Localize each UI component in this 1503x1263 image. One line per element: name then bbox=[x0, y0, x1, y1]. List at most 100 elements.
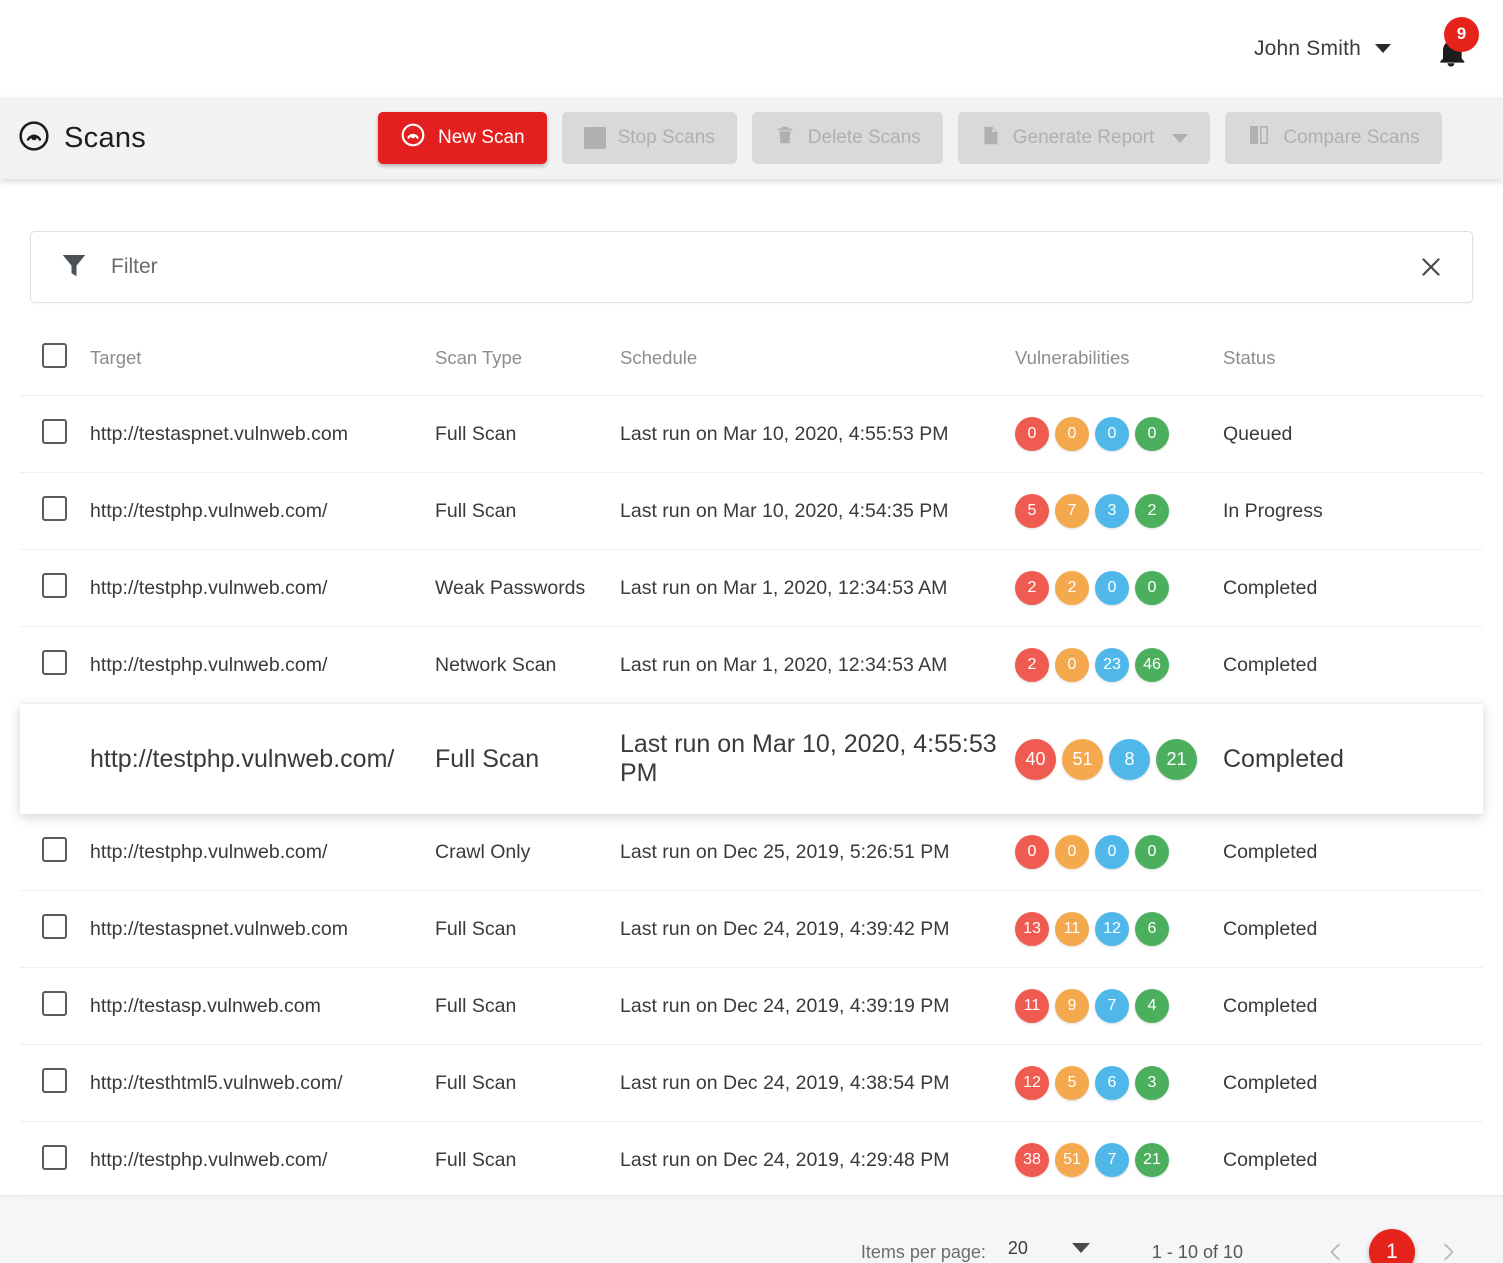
row-select-cell bbox=[20, 627, 90, 704]
table-row[interactable]: http://testphp.vulnweb.com/Full ScanLast… bbox=[20, 1122, 1483, 1199]
filter-input[interactable] bbox=[111, 255, 1412, 279]
column-header-schedule[interactable]: Schedule bbox=[620, 329, 1015, 396]
vulnerability-badges: 202346 bbox=[1015, 648, 1223, 682]
stop-scans-button[interactable]: Stop Scans bbox=[562, 112, 737, 164]
row-checkbox[interactable] bbox=[42, 837, 67, 862]
table-row[interactable]: http://testphp.vulnweb.com/Full ScanLast… bbox=[20, 473, 1483, 550]
row-select-cell bbox=[20, 704, 90, 815]
cell-scan-type: Full Scan bbox=[435, 704, 620, 815]
row-select-cell bbox=[20, 968, 90, 1045]
cell-target: http://testhtml5.vulnweb.com/ bbox=[90, 1045, 435, 1122]
severity-badge-high: 38 bbox=[1015, 1143, 1049, 1177]
cell-scan-type: Full Scan bbox=[435, 1045, 620, 1122]
table-row[interactable]: http://testhtml5.vulnweb.com/Full ScanLa… bbox=[20, 1045, 1483, 1122]
severity-badge-high: 11 bbox=[1015, 989, 1049, 1023]
row-checkbox[interactable] bbox=[42, 1145, 67, 1170]
row-checkbox[interactable] bbox=[42, 573, 67, 598]
cell-vulnerabilities: 5732 bbox=[1015, 473, 1223, 550]
generate-report-button[interactable]: Generate Report bbox=[958, 112, 1211, 164]
cell-status: Queued bbox=[1223, 396, 1483, 473]
row-select-cell bbox=[20, 550, 90, 627]
severity-badge-info: 0 bbox=[1135, 571, 1169, 605]
vulnerability-badges: 12563 bbox=[1015, 1066, 1223, 1100]
row-checkbox[interactable] bbox=[42, 1068, 67, 1093]
cell-schedule: Last run on Mar 1, 2020, 12:34:53 AM bbox=[620, 627, 1015, 704]
scan-target-icon bbox=[18, 120, 50, 157]
cell-vulnerabilities: 0000 bbox=[1015, 814, 1223, 891]
cell-target: http://testphp.vulnweb.com/ bbox=[90, 473, 435, 550]
severity-badge-high: 40 bbox=[1015, 739, 1056, 780]
cell-target: http://testphp.vulnweb.com/ bbox=[90, 704, 435, 815]
user-menu[interactable]: John Smith bbox=[1254, 37, 1391, 61]
scans-card: Target Scan Type Schedule Vulnerabilitie… bbox=[0, 179, 1503, 1195]
new-scan-button[interactable]: New Scan bbox=[378, 112, 547, 164]
severity-badge-medium: 0 bbox=[1055, 417, 1089, 451]
row-checkbox[interactable] bbox=[42, 496, 67, 521]
severity-badge-high: 13 bbox=[1015, 912, 1049, 946]
severity-badge-low: 6 bbox=[1095, 1066, 1129, 1100]
cell-target: http://testphp.vulnweb.com/ bbox=[90, 1122, 435, 1199]
select-all-checkbox[interactable] bbox=[42, 343, 67, 368]
next-page-button[interactable] bbox=[1425, 1229, 1471, 1263]
column-header-vulnerabilities[interactable]: Vulnerabilities bbox=[1015, 329, 1223, 396]
scans-table-wrapper: Target Scan Type Schedule Vulnerabilitie… bbox=[20, 329, 1483, 1199]
cell-status: Completed bbox=[1223, 1122, 1483, 1199]
cell-target: http://testphp.vulnweb.com/ bbox=[90, 550, 435, 627]
trash-icon bbox=[774, 123, 796, 153]
column-header-target[interactable]: Target bbox=[90, 329, 435, 396]
notifications-button[interactable]: 9 bbox=[1429, 25, 1473, 73]
close-icon[interactable] bbox=[1412, 248, 1450, 286]
severity-badge-info: 0 bbox=[1135, 835, 1169, 869]
table-header-row: Target Scan Type Schedule Vulnerabilitie… bbox=[20, 329, 1483, 396]
severity-badge-low: 7 bbox=[1095, 989, 1129, 1023]
compare-scans-button[interactable]: Compare Scans bbox=[1225, 112, 1441, 164]
cell-vulnerabilities: 4051821 bbox=[1015, 704, 1223, 815]
severity-badge-medium: 7 bbox=[1055, 494, 1089, 528]
table-row[interactable]: http://testaspnet.vulnweb.comFull ScanLa… bbox=[20, 891, 1483, 968]
severity-badge-info: 6 bbox=[1135, 912, 1169, 946]
delete-scans-button[interactable]: Delete Scans bbox=[752, 112, 943, 164]
cell-vulnerabilities: 1311126 bbox=[1015, 891, 1223, 968]
cell-target: http://testphp.vulnweb.com/ bbox=[90, 814, 435, 891]
row-checkbox[interactable] bbox=[42, 650, 67, 675]
column-header-status[interactable]: Status bbox=[1223, 329, 1483, 396]
cell-vulnerabilities: 0000 bbox=[1015, 396, 1223, 473]
action-toolbar: Scans New Scan Stop Scans Delete Scans bbox=[0, 97, 1503, 179]
vulnerability-badges: 5732 bbox=[1015, 494, 1223, 528]
cell-target: http://testaspnet.vulnweb.com bbox=[90, 396, 435, 473]
cell-schedule: Last run on Dec 24, 2019, 4:29:48 PM bbox=[620, 1122, 1015, 1199]
table-row[interactable]: http://testphp.vulnweb.com/Full ScanLast… bbox=[20, 704, 1483, 815]
stop-square-icon bbox=[584, 127, 606, 149]
severity-badge-info: 21 bbox=[1156, 739, 1197, 780]
cell-target: http://testphp.vulnweb.com/ bbox=[90, 627, 435, 704]
cell-status: Completed bbox=[1223, 814, 1483, 891]
funnel-icon bbox=[59, 250, 89, 285]
severity-badge-high: 2 bbox=[1015, 648, 1049, 682]
chevron-down-icon bbox=[1072, 1243, 1090, 1253]
cell-status: Completed bbox=[1223, 704, 1483, 815]
table-row[interactable]: http://testphp.vulnweb.com/Weak Password… bbox=[20, 550, 1483, 627]
cell-status: Completed bbox=[1223, 1045, 1483, 1122]
cell-scan-type: Full Scan bbox=[435, 968, 620, 1045]
severity-badge-high: 2 bbox=[1015, 571, 1049, 605]
table-row[interactable]: http://testphp.vulnweb.com/Network ScanL… bbox=[20, 627, 1483, 704]
cell-schedule: Last run on Dec 24, 2019, 4:39:19 PM bbox=[620, 968, 1015, 1045]
previous-page-button[interactable] bbox=[1313, 1229, 1359, 1263]
cell-scan-type: Crawl Only bbox=[435, 814, 620, 891]
table-row[interactable]: http://testasp.vulnweb.comFull ScanLast … bbox=[20, 968, 1483, 1045]
severity-badge-medium: 0 bbox=[1055, 648, 1089, 682]
table-row[interactable]: http://testaspnet.vulnweb.comFull ScanLa… bbox=[20, 396, 1483, 473]
table-row[interactable]: http://testphp.vulnweb.com/Crawl OnlyLas… bbox=[20, 814, 1483, 891]
items-per-page-select[interactable]: 20 bbox=[1004, 1238, 1094, 1263]
cell-status: Completed bbox=[1223, 891, 1483, 968]
cell-status: Completed bbox=[1223, 627, 1483, 704]
row-select-cell bbox=[20, 814, 90, 891]
row-checkbox[interactable] bbox=[42, 419, 67, 444]
severity-badge-medium: 2 bbox=[1055, 571, 1089, 605]
column-header-scan-type[interactable]: Scan Type bbox=[435, 329, 620, 396]
row-checkbox[interactable] bbox=[42, 991, 67, 1016]
row-select-cell bbox=[20, 891, 90, 968]
row-checkbox[interactable] bbox=[42, 914, 67, 939]
current-page-button[interactable]: 1 bbox=[1369, 1229, 1415, 1263]
severity-badge-high: 12 bbox=[1015, 1066, 1049, 1100]
